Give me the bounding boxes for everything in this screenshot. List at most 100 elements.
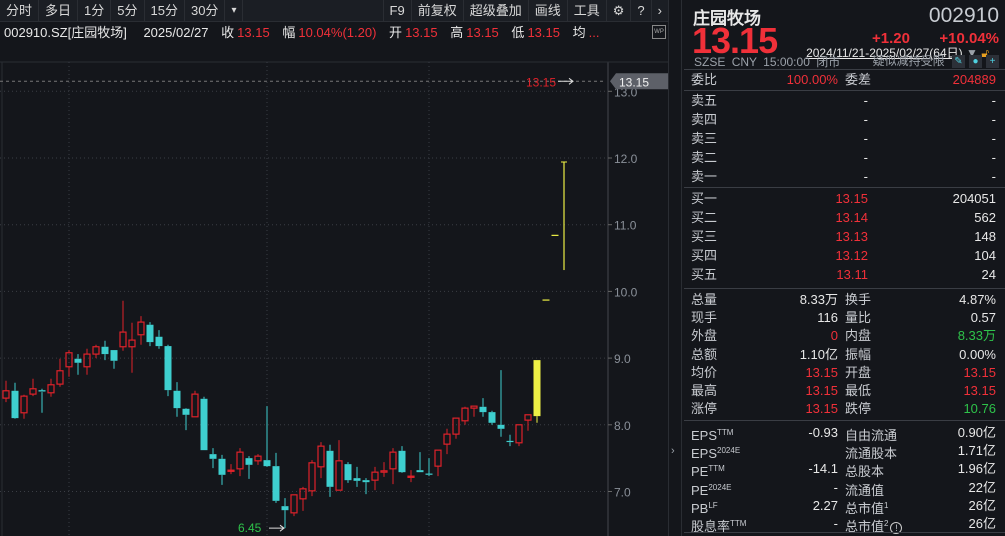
chevron-right-icon[interactable]: › <box>671 445 675 457</box>
fund-value: 26亿 <box>968 497 996 513</box>
f9-button[interactable]: F9 <box>384 0 412 22</box>
pencil-icon[interactable]: ✎ <box>952 55 965 69</box>
fund-label-text: 自由流通 <box>845 428 898 443</box>
last-price-label: 13.15 <box>526 75 556 89</box>
bid-row[interactable]: 买四 13.12 104 <box>691 247 998 265</box>
ask-row[interactable]: 卖二 - - <box>691 149 998 167</box>
fund-label-sup: 1 <box>884 500 889 510</box>
stat-value: 0 <box>830 328 838 344</box>
ask-row[interactable]: 卖五 - - <box>691 92 998 110</box>
bid-price: 13.11 <box>836 267 868 282</box>
candle <box>119 300 127 351</box>
candle-body <box>434 449 442 467</box>
candle <box>128 322 136 373</box>
ask-price: - <box>863 150 868 165</box>
overlay-button[interactable]: 超级叠加 <box>464 0 529 22</box>
candle <box>488 410 496 425</box>
change-value: 10.04%(1.20) <box>298 25 377 40</box>
ask-volume: - <box>991 93 996 108</box>
tab-fenshi[interactable]: 分时 <box>0 0 40 22</box>
candle <box>164 344 172 397</box>
candle <box>524 414 532 431</box>
candle <box>461 406 469 425</box>
bid-row[interactable]: 买一 13.15 204051 <box>691 190 998 208</box>
quote-time: 15:00:00 <box>763 55 810 69</box>
help-icon[interactable]: ? <box>631 0 652 22</box>
stock-code: 002910 <box>928 4 999 27</box>
bid-price: 13.15 <box>835 191 868 206</box>
fundamental-row: 股息率TTM - 总市值2! 26亿 <box>691 515 998 534</box>
candle <box>533 360 541 423</box>
bid-row[interactable]: 买二 13.14 562 <box>691 209 998 227</box>
ask-label: 卖五 <box>691 93 718 108</box>
ask-row[interactable]: 卖一 - - <box>691 168 998 186</box>
fundamental-row: EPSTTM -0.93 自由流通 0.90亿 <box>691 424 998 443</box>
ask-price: - <box>863 93 868 108</box>
ask-label: 卖一 <box>691 169 718 184</box>
candle <box>74 354 82 375</box>
candle-body <box>272 466 280 501</box>
candle-body <box>524 414 532 421</box>
candle <box>452 417 460 439</box>
candle <box>92 344 100 359</box>
candle <box>299 486 307 511</box>
fund-value: - <box>833 479 838 495</box>
candle-body <box>308 462 316 492</box>
candle <box>335 440 343 491</box>
candle <box>137 316 145 345</box>
y-tick-label: 8.0 <box>614 419 631 433</box>
plus-icon[interactable]: + <box>986 55 999 69</box>
tab-1min[interactable]: 1分 <box>78 0 112 22</box>
panel-collapse-handle[interactable]: › <box>668 0 682 536</box>
more-periods-dropdown[interactable]: ▾ <box>225 0 244 22</box>
low-price-label: 6.45 <box>238 521 262 535</box>
candle-body <box>281 506 289 511</box>
low-label: 低 <box>511 25 525 40</box>
candle <box>29 378 37 397</box>
candlestick-chart[interactable]: 7.08.09.010.011.012.013.013.15 13.156.45 <box>0 0 668 536</box>
stat-value: 13.15 <box>805 364 838 380</box>
tools-button[interactable]: 工具 <box>568 0 607 22</box>
tab-30min[interactable]: 30分 <box>185 0 226 22</box>
bid-price: 13.13 <box>835 229 868 244</box>
bell-icon[interactable]: ● <box>969 55 982 69</box>
gear-icon[interactable]: ⚙ <box>607 0 632 22</box>
candle-body <box>74 358 82 363</box>
candle-body <box>425 473 433 475</box>
ask-row[interactable]: 卖三 - - <box>691 130 998 148</box>
candle-body <box>11 390 19 419</box>
fundamental-row: PE2024E - 流通值 22亿 <box>691 479 998 498</box>
y-tick-label: 12.0 <box>614 152 638 166</box>
y-tick-label: 10.0 <box>614 285 638 299</box>
draw-button[interactable]: 画线 <box>529 0 568 22</box>
reduction-warning[interactable]: 疑似减持受限 <box>873 54 945 68</box>
bid-price: 13.14 <box>835 210 868 225</box>
fund-label-text: PE <box>691 464 709 480</box>
stat-value: 8.33万 <box>957 328 996 344</box>
tab-5min[interactable]: 5分 <box>111 0 145 22</box>
fundamental-row: EPS2024E 流通股本 1.71亿 <box>691 442 998 462</box>
ask-row[interactable]: 卖四 - - <box>691 111 998 129</box>
stat-label: 现手 <box>691 310 718 326</box>
candle-body <box>146 324 154 343</box>
stat-row: 总额 1.10亿 振幅 0.00% <box>691 346 998 364</box>
ask-volume: - <box>991 112 996 127</box>
adjust-button[interactable]: 前复权 <box>412 0 464 22</box>
ask-price: - <box>863 131 868 146</box>
fund-label-text: EPS <box>691 446 718 462</box>
bid-row[interactable]: 买三 13.13 148 <box>691 228 998 246</box>
tab-multiday[interactable]: 多日 <box>39 0 79 22</box>
warning-area: 疑似减持受限 ✎ ● + <box>873 52 999 69</box>
wp-icon[interactable]: WP <box>652 25 666 39</box>
quote-panel: 庄园牧场 002910 13.15 +1.20 +10.04% SZSE CNY… <box>684 0 1005 536</box>
candle-body <box>2 390 10 399</box>
bid-row[interactable]: 买五 13.11 24 <box>691 266 998 284</box>
candle-body <box>119 331 127 348</box>
candle-body <box>155 336 163 347</box>
stat-value: 13.15 <box>805 383 838 398</box>
tab-15min[interactable]: 15分 <box>145 0 185 22</box>
stat-label: 最低 <box>845 383 872 398</box>
candle-body <box>461 407 469 422</box>
chevron-right-icon[interactable]: › <box>652 0 668 22</box>
candle <box>11 382 19 419</box>
